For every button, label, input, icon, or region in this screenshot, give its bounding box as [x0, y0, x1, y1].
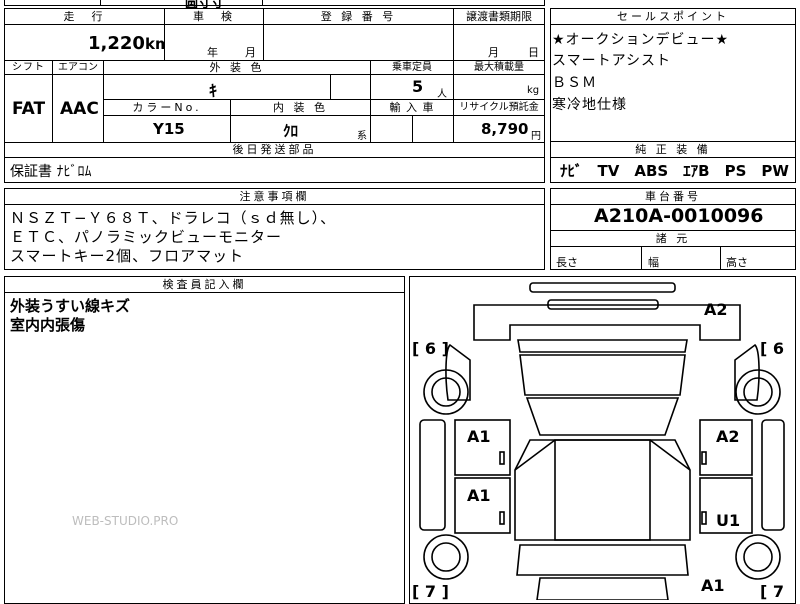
damage-mark-roof: A2	[704, 300, 728, 319]
damage-mark-front-right-door: A2	[716, 427, 740, 446]
damage-mark-rear-left-door: A1	[467, 486, 491, 505]
tire-mark-front-left: [ 6 ]	[412, 339, 449, 358]
tire-mark-front-right: [ 6	[760, 339, 785, 358]
damage-mark-rear-right-door: U1	[716, 511, 741, 530]
car-diagram	[419, 282, 785, 600]
damage-mark-front-left-door: A1	[467, 427, 491, 446]
tire-mark-rear-left: [ 7 ]	[412, 582, 449, 601]
damage-mark-rear-bumper: A1	[701, 576, 725, 595]
tire-mark-rear-right: [ 7	[760, 582, 785, 601]
